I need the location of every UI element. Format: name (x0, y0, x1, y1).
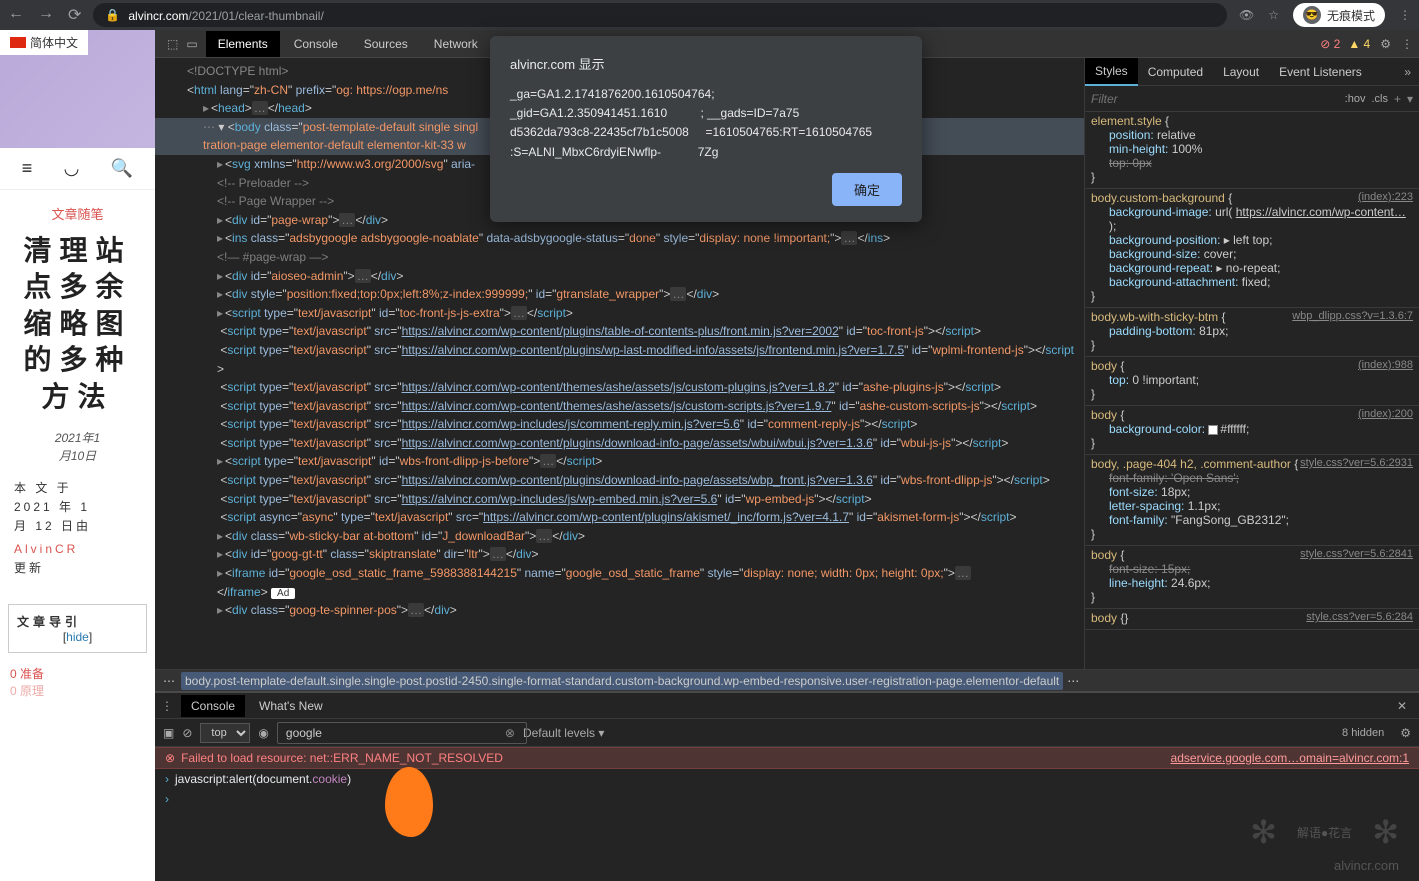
post-category[interactable]: 文章随笔 (10, 204, 145, 223)
device-icon[interactable]: ▭ (186, 37, 197, 51)
stab-styles[interactable]: Styles (1085, 58, 1138, 86)
toc-list: 0 准备 0 原理 (0, 665, 155, 699)
inspect-icon[interactable]: ⬚ (167, 37, 178, 51)
eye-off-icon[interactable]: 👁 (1239, 8, 1254, 22)
error-source[interactable]: adservice.google.com…omain=alvincr.com:1 (1171, 751, 1409, 765)
reload-icon[interactable]: ⟳ (68, 5, 81, 25)
hidden-count[interactable]: 8 hidden (1342, 727, 1384, 739)
console-output[interactable]: ⊗ Failed to load resource: net::ERR_NAME… (155, 747, 1419, 881)
star-icon[interactable]: ☆ (1268, 8, 1279, 22)
hamburger-icon[interactable]: ≡ (22, 158, 33, 179)
error-text: Failed to load resource: net::ERR_NAME_N… (181, 751, 503, 765)
styles-rules[interactable]: element.style {position: relativemin-hei… (1085, 112, 1419, 669)
toc-item[interactable]: 0 准备 (10, 665, 145, 682)
toc-item[interactable]: 0 原理 (10, 682, 145, 699)
prompt-icon: › (165, 792, 169, 806)
flag-icon (10, 37, 26, 48)
prompt-icon: › (165, 772, 169, 786)
tab-console[interactable]: Console (282, 31, 350, 57)
console-prompt[interactable]: › (155, 789, 1419, 809)
tab-network[interactable]: Network (422, 31, 490, 57)
context-select[interactable]: top (200, 723, 250, 743)
dialog-title: alvincr.com 显示 (510, 54, 902, 73)
nav-buttons: ← → ⟳ (8, 5, 81, 25)
drawer-close-icon[interactable]: ✕ (1391, 699, 1413, 713)
issue-counts[interactable]: ⊘ 2 ▲ 4 (1320, 37, 1370, 51)
gear-icon[interactable]: ⚙ (1372, 37, 1399, 51)
back-icon[interactable]: ← (8, 5, 24, 25)
post-title: 清理站点多余缩略图的多种方法 (10, 233, 145, 415)
search-icon[interactable]: 🔍 (111, 158, 133, 179)
styles-filter-input[interactable] (1091, 92, 1339, 106)
toc-box: 文章导引 [hide] (8, 604, 147, 653)
lock-icon: 🔒 (105, 8, 120, 22)
page-iconbar: ≡ ◡ 🔍 (0, 148, 155, 190)
ctab-console[interactable]: Console (181, 695, 245, 717)
add-rule-icon[interactable]: + (1394, 92, 1401, 106)
console-tabs: ⋮ Console What's New ✕ (155, 693, 1419, 719)
tab-sources[interactable]: Sources (352, 31, 420, 57)
post-meta: 本 文 于 2021 年 1 月 12 日由 AlvinCR 更新 (10, 479, 145, 578)
clear-console-icon[interactable]: ⊘ (182, 726, 192, 740)
alert-dialog: alvincr.com 显示 _ga=GA1.2.1741876200.1610… (490, 36, 922, 222)
ctab-whatsnew[interactable]: What's New (249, 695, 333, 717)
eye-icon[interactable]: ◉ (258, 726, 268, 740)
hov-toggle[interactable]: :hov (1345, 93, 1366, 105)
console-filter-input[interactable] (277, 722, 527, 744)
language-selector[interactable]: 简体中文 (0, 30, 88, 55)
styles-pane: Styles Computed Layout Event Listeners »… (1084, 58, 1419, 669)
element-breadcrumb[interactable]: ⋯ body.post-template-default.single.sing… (155, 669, 1419, 691)
ad-badge: Ad (271, 588, 295, 599)
post-date: 2021年1 月10日 (10, 429, 145, 465)
console-gear-icon[interactable]: ⚙ (1400, 726, 1411, 740)
author-link[interactable]: AlvinCR (14, 542, 78, 556)
more-icon[interactable]: » (1396, 65, 1419, 79)
console-error-line[interactable]: ⊗ Failed to load resource: net::ERR_NAME… (155, 747, 1419, 769)
url-text: alvincr.com/2021/01/clear-thumbnail/ (128, 8, 323, 23)
drawer-menu-icon[interactable]: ⋮ (161, 699, 173, 713)
dialog-body: _ga=GA1.2.1741876200.1610504764; _gid=GA… (510, 85, 902, 165)
more-styles-icon[interactable]: ▾ (1407, 92, 1413, 106)
address-bar[interactable]: 🔒 alvincr.com/2021/01/clear-thumbnail/ (93, 3, 1227, 27)
browser-right-icons: 👁 ☆ 😎 无痕模式 ⋮ (1239, 3, 1411, 27)
kebab-icon[interactable]: ⋮ (1401, 37, 1413, 51)
stab-events[interactable]: Event Listeners (1269, 59, 1372, 85)
cls-toggle[interactable]: .cls (1371, 93, 1388, 105)
styles-filter-bar: :hov .cls + ▾ (1085, 86, 1419, 112)
mask-icon[interactable]: ◡ (64, 158, 80, 179)
tab-elements[interactable]: Elements (206, 31, 280, 57)
console-input-line[interactable]: › javascript:alert(document.cookie) (155, 769, 1419, 789)
error-icon: ⊗ (165, 751, 175, 765)
redaction-blob (385, 767, 433, 837)
browser-toolbar: ← → ⟳ 🔒 alvincr.com/2021/01/clear-thumbn… (0, 0, 1419, 30)
menu-icon[interactable]: ⋮ (1399, 8, 1411, 22)
incognito-icon: 😎 (1303, 6, 1321, 24)
webpage-panel: 简体中文 ≡ ◡ 🔍 文章随笔 清理站点多余缩略图的多种方法 2021年1 月1… (0, 30, 155, 881)
styles-tabs: Styles Computed Layout Event Listeners » (1085, 58, 1419, 86)
hero-image: 简体中文 (0, 30, 155, 148)
console-toolbar: ▣ ⊘ top ◉ ⊗ Default levels ▾ 8 hidden ⚙ (155, 719, 1419, 747)
language-label: 简体中文 (30, 34, 78, 51)
toc-hide[interactable]: hide (66, 630, 89, 644)
dialog-ok-button[interactable]: 确定 (832, 173, 902, 206)
incognito-label: 无痕模式 (1327, 7, 1375, 24)
incognito-badge: 😎 无痕模式 (1293, 3, 1385, 27)
console-drawer: ⋮ Console What's New ✕ ▣ ⊘ top ◉ ⊗ Defau… (155, 691, 1419, 881)
levels-dropdown[interactable]: Default levels ▾ (523, 726, 604, 740)
toc-title: 文章导引 (17, 615, 81, 629)
stab-computed[interactable]: Computed (1138, 59, 1213, 85)
sidebar-toggle-icon[interactable]: ▣ (163, 726, 174, 740)
stab-layout[interactable]: Layout (1213, 59, 1269, 85)
forward-icon[interactable]: → (38, 5, 54, 25)
